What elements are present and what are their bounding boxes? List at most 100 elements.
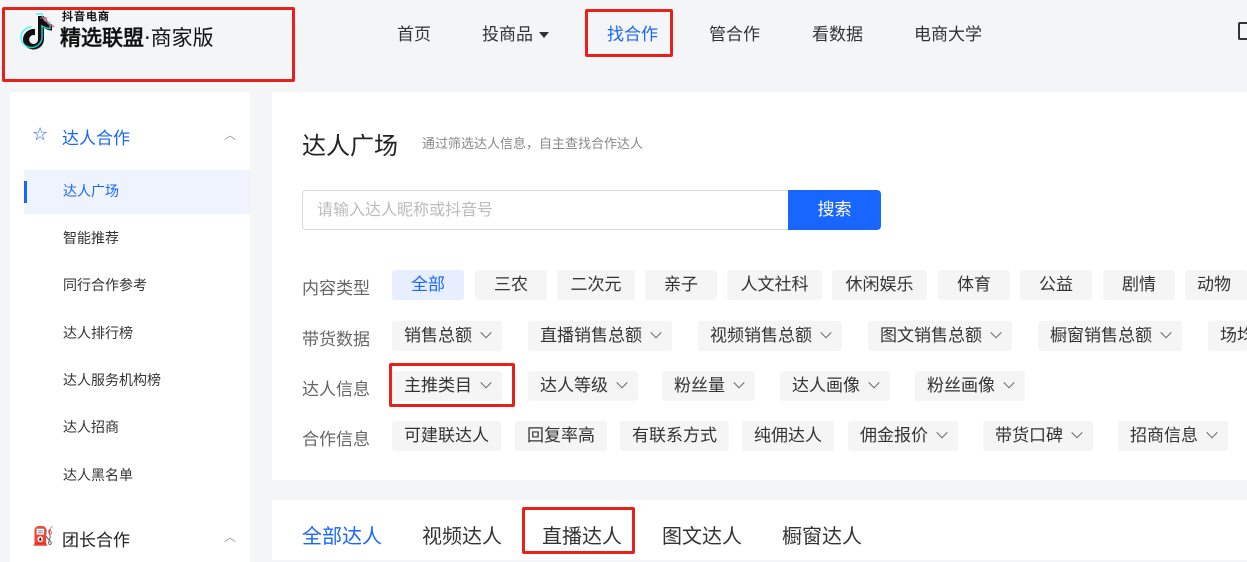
dropdown-total-sales-label: 销售总额: [404, 326, 472, 346]
dropdown-recruit-info[interactable]: 招商信息: [1118, 421, 1228, 451]
nav-view-data[interactable]: 看数据: [812, 20, 863, 45]
chip-drama[interactable]: 剧情: [1103, 270, 1175, 300]
dropdown-fans-count[interactable]: 粉丝量: [662, 371, 755, 401]
sidebar-group-label-2: 团长合作: [62, 531, 130, 551]
tab-window-talents[interactable]: 橱窗达人: [782, 520, 862, 549]
page-title: 达人广场: [302, 132, 398, 160]
dropdown-video-sales-label: 视频销售总额: [710, 326, 812, 346]
sidebar-item-talent-blacklist[interactable]: 达人黑名单: [24, 454, 250, 498]
chevron-down-icon: [733, 377, 745, 389]
dropdown-main-category[interactable]: 主推类目: [392, 371, 502, 401]
dropdown-window-sales[interactable]: 橱窗销售总额: [1038, 321, 1182, 351]
dropdown-recruit-info-label: 招商信息: [1130, 426, 1198, 446]
chip-acg[interactable]: 二次元: [557, 270, 635, 300]
filter-label-talent-info: 达人信息: [302, 380, 370, 400]
team-icon: ⛽: [32, 526, 55, 547]
chevron-up-icon: ︿: [224, 128, 237, 142]
dropdown-live-sales[interactable]: 直播销售总额: [528, 321, 672, 351]
chip-humanities[interactable]: 人文社科: [727, 270, 822, 300]
chevron-down-icon: [1160, 327, 1172, 339]
chevron-down-icon: [990, 327, 1002, 339]
sidebar-item-agency-ranking[interactable]: 达人服务机构榜: [24, 359, 250, 403]
dropdown-talent-profile[interactable]: 达人画像: [780, 371, 890, 401]
chip-animals[interactable]: 动物: [1185, 270, 1247, 300]
nav-promote-products-label: 投商品: [482, 25, 533, 45]
chevron-down-icon: [650, 327, 662, 339]
tiktok-logo-icon: [20, 13, 55, 50]
chip-sports[interactable]: 体育: [938, 270, 1010, 300]
chip-has-contact[interactable]: 有联系方式: [620, 421, 729, 451]
sidebar-item-talent-recruit[interactable]: 达人招商: [24, 406, 250, 450]
chip-high-reply[interactable]: 回复率高: [515, 421, 607, 451]
tab-video-talents[interactable]: 视频达人: [422, 520, 502, 549]
dropdown-fans-profile-label: 粉丝画像: [927, 376, 995, 396]
filter-label-content-type: 内容类型: [302, 279, 370, 299]
chip-pure-commission[interactable]: 纯佣达人: [742, 421, 834, 451]
sidebar-group-label: 达人合作: [62, 129, 130, 149]
chevron-up-icon: ︿: [224, 530, 237, 544]
chip-entertainment[interactable]: 休闲娱乐: [832, 270, 927, 300]
filter-label-sales-data: 带货数据: [302, 330, 370, 350]
nav-promote-products[interactable]: 投商品: [482, 20, 549, 45]
dropdown-commission-quote[interactable]: 佣金报价: [848, 421, 958, 451]
talent-tabs: 全部达人 视频达人 直播达人 图文达人 橱窗达人: [272, 500, 1247, 560]
sidebar-item-talent-ranking[interactable]: 达人排行榜: [24, 312, 250, 356]
chevron-down-icon: [616, 377, 628, 389]
dropdown-live-sales-label: 直播销售总额: [540, 326, 642, 346]
star-icon: ☆: [32, 124, 49, 145]
logo-subtitle: ·商家版: [144, 26, 214, 50]
nav-home[interactable]: 首页: [397, 20, 431, 45]
document-icon[interactable]: [1238, 22, 1247, 40]
chip-charity[interactable]: 公益: [1020, 270, 1092, 300]
sidebar-group-team-cooperation[interactable]: ⛽ 团长合作 ︿: [10, 516, 250, 556]
logo[interactable]: 抖音电商 精选联盟·商家版: [12, 8, 214, 58]
dropdown-sales-reputation-label: 带货口碑: [995, 426, 1063, 446]
search-input[interactable]: 请输入达人昵称或抖音号: [302, 190, 790, 230]
dropdown-talent-level[interactable]: 达人等级: [528, 371, 638, 401]
logo-title-main: 精选联盟: [60, 26, 144, 50]
chip-contactable[interactable]: 可建联达人: [392, 421, 501, 451]
chevron-down-icon: [868, 377, 880, 389]
dropdown-total-sales[interactable]: 销售总额: [392, 321, 502, 351]
sidebar-item-peer-reference[interactable]: 同行合作参考: [24, 264, 250, 308]
filter-label-coop-info: 合作信息: [302, 430, 370, 450]
chip-agriculture[interactable]: 三农: [475, 270, 547, 300]
sidebar: ☆ 达人合作 ︿ 达人广场 智能推荐 同行合作参考 达人排行榜 达人服务机构榜 …: [10, 92, 250, 562]
top-header: 抖音电商 精选联盟·商家版 首页 投商品 找合作 管合作 看数据 电商大学: [0, 0, 1247, 88]
chevron-down-icon: [936, 427, 948, 439]
chevron-down-icon: [1003, 377, 1015, 389]
tab-image-talents[interactable]: 图文达人: [662, 520, 742, 549]
nav-find-cooperation[interactable]: 找合作: [607, 20, 658, 45]
dropdown-talent-level-label: 达人等级: [540, 376, 608, 396]
dropdown-commission-quote-label: 佣金报价: [860, 426, 928, 446]
chevron-down-icon: [820, 327, 832, 339]
dropdown-image-sales[interactable]: 图文销售总额: [868, 321, 1012, 351]
tab-live-talents[interactable]: 直播达人: [542, 520, 622, 549]
chevron-down-icon: [1206, 427, 1218, 439]
dropdown-sales-reputation[interactable]: 带货口碑: [983, 421, 1093, 451]
page-description: 通过筛选达人信息，自主查找合作达人: [422, 137, 644, 152]
nav-manage-cooperation[interactable]: 管合作: [709, 20, 760, 45]
dropdown-window-sales-label: 橱窗销售总额: [1050, 326, 1152, 346]
chip-parenting[interactable]: 亲子: [645, 270, 717, 300]
search-button[interactable]: 搜索: [788, 190, 881, 230]
nav-ecommerce-university[interactable]: 电商大学: [914, 20, 982, 45]
chevron-down-icon: [480, 327, 492, 339]
chip-all[interactable]: 全部: [392, 270, 464, 300]
dropdown-talent-profile-label: 达人画像: [792, 376, 860, 396]
dropdown-fans-count-label: 粉丝量: [674, 376, 725, 396]
dropdown-video-sales[interactable]: 视频销售总额: [698, 321, 842, 351]
chevron-down-icon: [480, 377, 492, 389]
chevron-down-icon: [1071, 427, 1083, 439]
sidebar-item-smart-recommend[interactable]: 智能推荐: [24, 217, 250, 261]
dropdown-main-category-label: 主推类目: [404, 376, 472, 396]
sidebar-group-talent-cooperation[interactable]: ☆ 达人合作 ︿: [10, 114, 250, 154]
dropdown-image-sales-label: 图文销售总额: [880, 326, 982, 346]
filter-panel: 达人广场 通过筛选达人信息，自主查找合作达人 请输入达人昵称或抖音号 搜索 内容…: [272, 92, 1247, 480]
logo-title: 精选联盟·商家版: [60, 22, 214, 52]
sidebar-item-talent-square[interactable]: 达人广场: [24, 170, 250, 214]
dropdown-average[interactable]: 场均: [1208, 321, 1247, 351]
dropdown-fans-profile[interactable]: 粉丝画像: [915, 371, 1025, 401]
caret-down-icon: [539, 32, 549, 38]
tab-all-talents[interactable]: 全部达人: [302, 520, 382, 549]
